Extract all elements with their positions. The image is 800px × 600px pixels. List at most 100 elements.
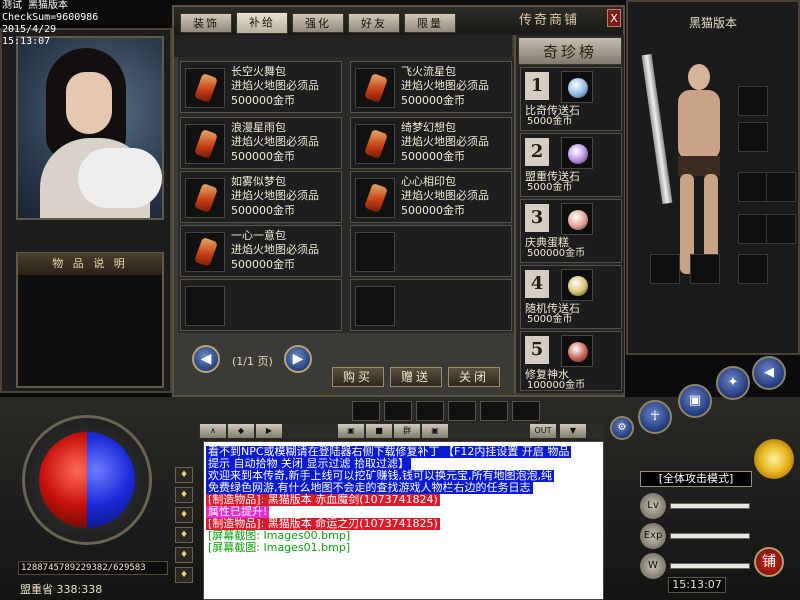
level-bar <box>670 503 750 509</box>
shop-item[interactable]: 浪漫星雨包 进焰火地图必须品 500000金币 <box>180 117 342 169</box>
equip-slot-medal[interactable] <box>738 122 768 152</box>
attack-mode-indicator[interactable]: [全体攻击模式] <box>640 471 752 487</box>
sword-icon <box>641 54 673 204</box>
pager: ◀ (1/1 页) ▶ <box>192 345 322 375</box>
rare-list-title: 奇珍榜 <box>518 37 622 65</box>
bottom-hud: 1288745789229382/629583 盟重省 338:338 ∧ ◆ … <box>0 397 800 600</box>
chat-scroll-up-button[interactable]: ∧ <box>200 424 226 438</box>
shop-item[interactable]: 绮梦幻想包 进焰火地图必须品 500000金币 <box>350 117 512 169</box>
tab-limited[interactable]: 限量 <box>404 13 456 33</box>
equip-slot-belt[interactable] <box>650 254 680 284</box>
chat-channel-button[interactable]: ♦ <box>175 527 193 543</box>
equip-slot-ring-right[interactable] <box>766 214 796 244</box>
item-icon-box <box>185 68 225 108</box>
shop-items-grid: 长空火舞包 进焰火地图必须品 500000金币 飞火流星包 进焰火地图必须品 5… <box>178 57 514 333</box>
quick-slot[interactable] <box>416 401 444 421</box>
equipment-panel: 黑猫版本 <box>626 0 800 355</box>
shop-item[interactable]: 长空火舞包 进焰火地图必须品 500000金币 <box>180 61 342 113</box>
prev-page-button[interactable]: ◀ <box>192 345 220 373</box>
chat-option-button[interactable]: ■ <box>366 424 392 438</box>
item-note: 进焰火地图必须品 <box>401 135 489 148</box>
empty-item-slot <box>180 279 342 331</box>
rare-item-price: 500000金币 <box>527 248 586 259</box>
tab-enhance[interactable]: 强化 <box>292 13 344 33</box>
chat-scroll-down-button[interactable]: ▼ <box>560 424 586 438</box>
tab-decor[interactable]: 装饰 <box>180 13 232 33</box>
rank-number: 1 <box>525 72 549 100</box>
item-price: 500000金币 <box>231 94 295 107</box>
chat-channel-button[interactable]: ♦ <box>175 507 193 523</box>
exp-icon: Exp <box>640 523 666 549</box>
character-menu-button[interactable]: ☥ <box>638 400 672 434</box>
close-x-button[interactable]: X <box>607 9 621 27</box>
chat-group-button[interactable]: 群 <box>394 424 420 438</box>
empty-item-slot <box>350 279 512 331</box>
item-note: 进焰火地图必须品 <box>231 135 319 148</box>
chat-channel-button[interactable]: ♦ <box>175 487 193 503</box>
rare-item[interactable]: 4 随机传送石 5000金币 <box>520 265 622 329</box>
equip-slot-stone[interactable] <box>738 254 768 284</box>
hp-orb <box>39 432 87 528</box>
map-location: 盟重省 338:338 <box>20 583 103 596</box>
shop-item[interactable]: 飞火流星包 进焰火地图必须品 500000金币 <box>350 61 512 113</box>
quick-slot[interactable] <box>512 401 540 421</box>
equip-slot-necklace[interactable] <box>738 86 768 116</box>
item-description-box: 物 品 说 明 <box>16 252 164 388</box>
equip-slot-bracelet-left[interactable] <box>738 172 768 202</box>
legend-shop-window: 装饰 补给 强化 好友 限量 传奇商铺 X 长空火舞包 进焰火地图必须品 500… <box>172 5 625 397</box>
hp-mp-readout: 1288745789229382/629583 <box>18 561 168 575</box>
chat-option-button[interactable]: ▣ <box>422 424 448 438</box>
character-portrait <box>16 36 164 220</box>
close-button[interactable]: 关闭 <box>448 367 500 387</box>
buy-button[interactable]: 购买 <box>332 367 384 387</box>
quick-slot[interactable] <box>480 401 508 421</box>
shop-item[interactable]: 如雾似梦包 进焰火地图必须品 500000金币 <box>180 171 342 223</box>
item-note: 进焰火地图必须品 <box>401 79 489 92</box>
weight-icon: W <box>640 553 666 579</box>
quick-slot[interactable] <box>384 401 412 421</box>
item-price: 500000金币 <box>401 204 465 217</box>
bag-menu-button[interactable]: ▣ <box>678 384 712 418</box>
tab-supply[interactable]: 补给 <box>236 12 288 34</box>
rare-item[interactable]: 3 庆典蛋糕 500000金币 <box>520 199 622 263</box>
chat-option-button[interactable]: ▶ <box>256 424 282 438</box>
skill-menu-button[interactable]: ✦ <box>716 366 750 400</box>
equip-slot-boots[interactable] <box>690 254 720 284</box>
item-price: 500000金币 <box>231 150 295 163</box>
firework-pack-icon <box>194 73 218 103</box>
sound-menu-button[interactable]: ◀ <box>752 356 786 390</box>
chat-channel-button[interactable]: ♦ <box>175 547 193 563</box>
rare-item[interactable]: 1 比奇传送石 5000金币 <box>520 67 622 131</box>
chat-channel-button[interactable]: ♦ <box>175 467 193 483</box>
equip-slot-ring-left[interactable] <box>738 214 768 244</box>
equip-slot-bracelet-right[interactable] <box>766 172 796 202</box>
shop-button[interactable]: 铺 <box>754 547 784 577</box>
chat-log[interactable]: 看不到NPC或模糊请在登陆器右侧下载修复补丁 【F12内挂设置 开启 物品 提示… <box>203 441 604 600</box>
gift-button[interactable]: 赠送 <box>390 367 442 387</box>
quick-slot[interactable] <box>448 401 476 421</box>
chat-option-button[interactable]: ◆ <box>228 424 254 438</box>
quick-slot[interactable] <box>352 401 380 421</box>
tab-friends[interactable]: 好友 <box>348 13 400 33</box>
firework-pack-icon <box>364 73 388 103</box>
rank-number: 2 <box>525 138 549 166</box>
shop-item[interactable]: 一心一意包 进焰火地图必须品 500000金币 <box>180 225 342 277</box>
chat-out-button[interactable]: OUT <box>530 424 556 438</box>
rare-item[interactable]: 5 修复神水 100000金币 <box>520 331 622 391</box>
item-name: 飞火流星包 <box>401 65 456 78</box>
item-icon-box <box>185 124 225 164</box>
firework-pack-icon <box>194 183 218 213</box>
shop-title: 传奇商铺 <box>518 13 579 28</box>
chat-channel-button[interactable]: ♦ <box>175 567 193 583</box>
chat-option-button[interactable]: ▣ <box>338 424 364 438</box>
shop-item[interactable]: 心心相印包 进焰火地图必须品 500000金币 <box>350 171 512 223</box>
settings-icon[interactable]: ⚙ <box>610 416 634 440</box>
rare-item-price: 100000金币 <box>527 380 586 391</box>
next-page-button[interactable]: ▶ <box>284 345 312 373</box>
rank-number: 5 <box>525 336 549 364</box>
rank-number: 4 <box>525 270 549 298</box>
rare-item[interactable]: 2 盟重传送石 5000金币 <box>520 133 622 197</box>
item-icon-box <box>355 178 395 218</box>
rare-item-price: 5000金币 <box>527 314 573 325</box>
firework-pack-icon <box>364 129 388 159</box>
